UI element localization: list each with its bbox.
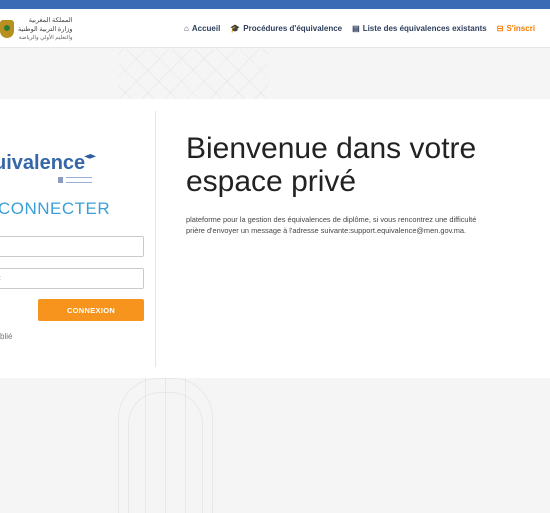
book-icon: ▤	[352, 24, 360, 33]
royal-emblem-icon	[0, 20, 14, 38]
nav-item-procedures[interactable]: 🎓 Procédures d'équivalence	[230, 24, 342, 33]
login-title: CONNECTER	[0, 199, 111, 218]
nav-item-label: Accueil	[191, 24, 221, 33]
equivalence-wordmark: uivalence	[0, 152, 86, 174]
vertical-divider	[155, 111, 156, 367]
graduation-cap-icon: 🎓	[230, 24, 241, 33]
background-arch-line	[145, 378, 146, 513]
emblem-mini-icon	[58, 177, 63, 183]
equivalence-logo: uivalence	[0, 151, 114, 185]
top-navbar: المملكة المغربية وزارة التربية الوطنية و…	[0, 9, 550, 48]
logo-line-3: والتعليم الأولي والرياضة	[18, 34, 73, 41]
password-input[interactable]	[0, 268, 144, 289]
username-input[interactable]	[0, 236, 144, 257]
nav-item-label: Liste des équivalences existants	[362, 24, 487, 33]
main-panel: uivalence CONNECTER CONNEXION blié Bienv…	[0, 99, 550, 378]
welcome-description: plateforme pour la gestion des équivalen…	[186, 215, 477, 235]
background-arch-line	[185, 378, 186, 513]
forgot-password-link[interactable]: blié	[0, 332, 12, 341]
home-icon: ⌂	[184, 24, 189, 33]
logo-line-2: وزارة التربية الوطنية	[18, 25, 73, 33]
subtitle-lines	[66, 177, 92, 183]
top-accent-strip	[0, 0, 550, 9]
ministry-name: المملكة المغربية وزارة التربية الوطنية و…	[18, 16, 73, 43]
nav-item-accueil[interactable]: ⌂ Accueil	[184, 24, 220, 33]
background-arch-line	[165, 378, 166, 513]
main-navigation: ⌂ Accueil 🎓 Procédures d'équivalence ▤ L…	[184, 9, 545, 48]
nav-item-label: Procédures d'équivalence	[243, 24, 343, 33]
nav-item-label: S'inscri	[506, 24, 536, 33]
nav-item-inscription[interactable]: ⊟ S'inscri	[497, 24, 535, 33]
logo-subtitle	[58, 177, 92, 183]
connexion-button[interactable]: CONNEXION	[38, 299, 144, 321]
welcome-title: Bienvenue dans votre espace privé	[186, 132, 477, 198]
register-icon: ⊟	[496, 24, 504, 33]
nav-item-liste-equivalences[interactable]: ▤ Liste des équivalences existants	[352, 24, 487, 33]
logo-line-1: المملكة المغربية	[28, 16, 73, 24]
ministry-logo[interactable]: المملكة المغربية وزارة التربية الوطنية و…	[0, 12, 110, 46]
